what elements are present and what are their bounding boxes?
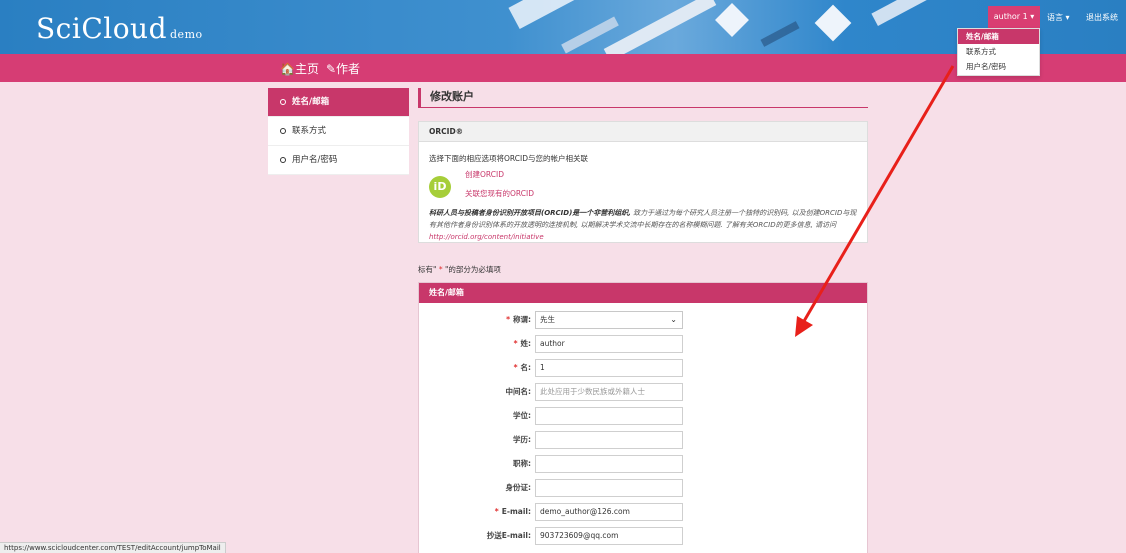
text-input[interactable]: 1 — [535, 359, 683, 377]
field-label: * 姓: — [459, 335, 531, 353]
sidebar-item-label: 姓名/邮箱 — [292, 97, 330, 107]
form-row: 学历: — [419, 431, 869, 449]
form-row: 学位: — [419, 407, 869, 425]
page-title: 修改账户 — [418, 88, 868, 108]
field-value: 此处应用于少数民族或外籍人士 — [540, 387, 645, 396]
form-row: 中间名: 此处应用于少数民族或外籍人士 — [419, 383, 869, 401]
user-menu-button[interactable]: author 1 ▾ — [988, 6, 1040, 28]
required-note: 标有" * "的部分为必填项 — [418, 264, 501, 275]
sidebar-item-name-email[interactable]: 姓名/邮箱 — [268, 88, 409, 117]
sidebar-item-contact[interactable]: 联系方式 — [268, 117, 409, 146]
circle-icon — [280, 156, 286, 163]
dropdown-item-contact[interactable]: 联系方式 — [958, 44, 1039, 59]
required-star: * — [506, 315, 510, 324]
field-label: * 称谓: — [459, 311, 531, 329]
form-row: * 名: 1 — [419, 359, 869, 377]
chevron-down-icon: ⌄ — [670, 315, 677, 324]
field-value: demo_author@126.com — [540, 507, 630, 516]
text-input[interactable]: 此处应用于少数民族或外籍人士 — [535, 383, 683, 401]
circle-icon — [280, 98, 286, 105]
field-label: 学历: — [459, 431, 531, 449]
text-input[interactable] — [535, 407, 683, 425]
field-label-text: 姓: — [520, 339, 532, 348]
dropdown-item-name-email[interactable]: 姓名/邮箱 — [958, 29, 1039, 44]
status-bar-url: https://www.scicloudcenter.com/TEST/edit… — [0, 542, 226, 553]
field-label: * 名: — [459, 359, 531, 377]
text-input[interactable]: 903723609@qq.com — [535, 527, 683, 545]
text-input[interactable]: demo_author@126.com — [535, 503, 683, 521]
field-label-text: E-mail: — [501, 507, 531, 516]
form-row: 职称: — [419, 455, 869, 473]
field-label: * E-mail: — [459, 503, 531, 521]
required-star: * — [494, 507, 499, 516]
title-divider — [418, 107, 868, 108]
field-label-text: 中间名: — [505, 387, 532, 396]
sidebar-item-username-password[interactable]: 用户名/密码 — [268, 146, 409, 175]
language-menu[interactable]: 语言 ▾ — [1047, 12, 1070, 23]
form-row: * 姓: author — [419, 335, 869, 353]
field-label-text: 名: — [520, 363, 532, 372]
field-label: 身份证: — [459, 479, 532, 497]
field-label: 学位: — [459, 407, 531, 425]
field-label: 职称: — [459, 455, 531, 473]
required-note-suffix: "的部分为必填项 — [444, 265, 501, 274]
field-label-text: 职称: — [513, 459, 531, 468]
field-label-text: 身份证: — [505, 483, 532, 492]
field-label-text: 称谓: — [513, 315, 531, 324]
form-header: 姓名/邮箱 — [419, 283, 867, 303]
sidebar-item-label: 联系方式 — [292, 126, 327, 136]
sidebar-item-label: 用户名/密码 — [292, 155, 338, 165]
nav-home[interactable]: 🏠主页 — [280, 60, 319, 77]
title-select[interactable]: 先生 ⌄ — [535, 311, 683, 329]
site-logo[interactable]: SciCloud demo — [36, 12, 203, 45]
field-label: 中间名: — [459, 383, 532, 401]
banner-decoration — [814, 4, 852, 42]
field-value: 1 — [540, 363, 545, 372]
logo-suffix: demo — [170, 28, 203, 41]
field-label-text: 抄送E-mail: — [486, 531, 531, 540]
form-row: 身份证: — [419, 479, 869, 497]
text-input[interactable]: author — [535, 335, 683, 353]
banner-decoration — [603, 0, 717, 54]
required-star: * — [513, 339, 518, 348]
text-input[interactable] — [535, 431, 683, 449]
text-input[interactable] — [535, 455, 683, 473]
field-value: 先生 — [540, 315, 555, 324]
orcid-panel-header: ORCID® — [419, 122, 867, 142]
dropdown-item-username-password[interactable]: 用户名/密码 — [958, 59, 1039, 74]
name-email-form: 姓名/邮箱 * 称谓: 先生 ⌄ * 姓: author * 名: 1 中间名: 此处应用于少数民族或… — [418, 282, 868, 553]
logo-text: SciCloud — [36, 12, 168, 45]
field-label: 抄送E-mail: — [459, 527, 531, 545]
account-sidebar: 姓名/邮箱 联系方式 用户名/密码 — [268, 88, 409, 175]
form-row: 抄送E-mail: 903723609@qq.com — [419, 527, 869, 545]
form-row: * E-mail: demo_author@126.com — [419, 503, 869, 521]
field-label-text: 学位: — [513, 411, 531, 420]
field-value: author — [540, 339, 565, 348]
main-content: 修改账户 ORCID® 选择下面的相应选项将ORCID与您的帐户相关联 iD 创… — [418, 88, 868, 553]
orcid-info-url[interactable]: http://orcid.org/content/initiative — [429, 233, 544, 241]
circle-icon — [280, 127, 286, 134]
text-input[interactable] — [535, 479, 683, 497]
create-orcid-link[interactable]: 创建ORCID — [465, 169, 504, 180]
orcid-id-icon: iD — [429, 176, 451, 198]
banner-decoration — [871, 0, 949, 26]
link-orcid-link[interactable]: 关联您现有的ORCID — [465, 188, 534, 199]
user-dropdown-menu: 姓名/邮箱 联系方式 用户名/密码 — [957, 28, 1040, 76]
required-note-prefix: 标有" — [418, 265, 437, 274]
nav-author[interactable]: ✎作者 — [326, 60, 360, 77]
logout-link[interactable]: 退出系统 — [1086, 12, 1118, 23]
field-label-text: 学历: — [513, 435, 531, 444]
form-row: * 称谓: 先生 ⌄ — [419, 311, 869, 329]
banner-decoration — [508, 0, 582, 30]
required-star: * — [436, 265, 445, 274]
banner-decoration — [760, 21, 800, 47]
field-value: 903723609@qq.com — [540, 531, 619, 540]
banner-decoration — [715, 3, 749, 37]
orcid-description: 选择下面的相应选项将ORCID与您的帐户相关联 — [429, 154, 588, 163]
orcid-info-bold: 科研人员与投稿者身份识别开放项目(ORCID)是一个非营利组织, — [429, 209, 631, 217]
orcid-info-text: 科研人员与投稿者身份识别开放项目(ORCID)是一个非营利组织, 致力于通过为每… — [429, 207, 859, 243]
orcid-panel: ORCID® 选择下面的相应选项将ORCID与您的帐户相关联 iD 创建ORCI… — [418, 121, 868, 243]
required-star: * — [513, 363, 518, 372]
